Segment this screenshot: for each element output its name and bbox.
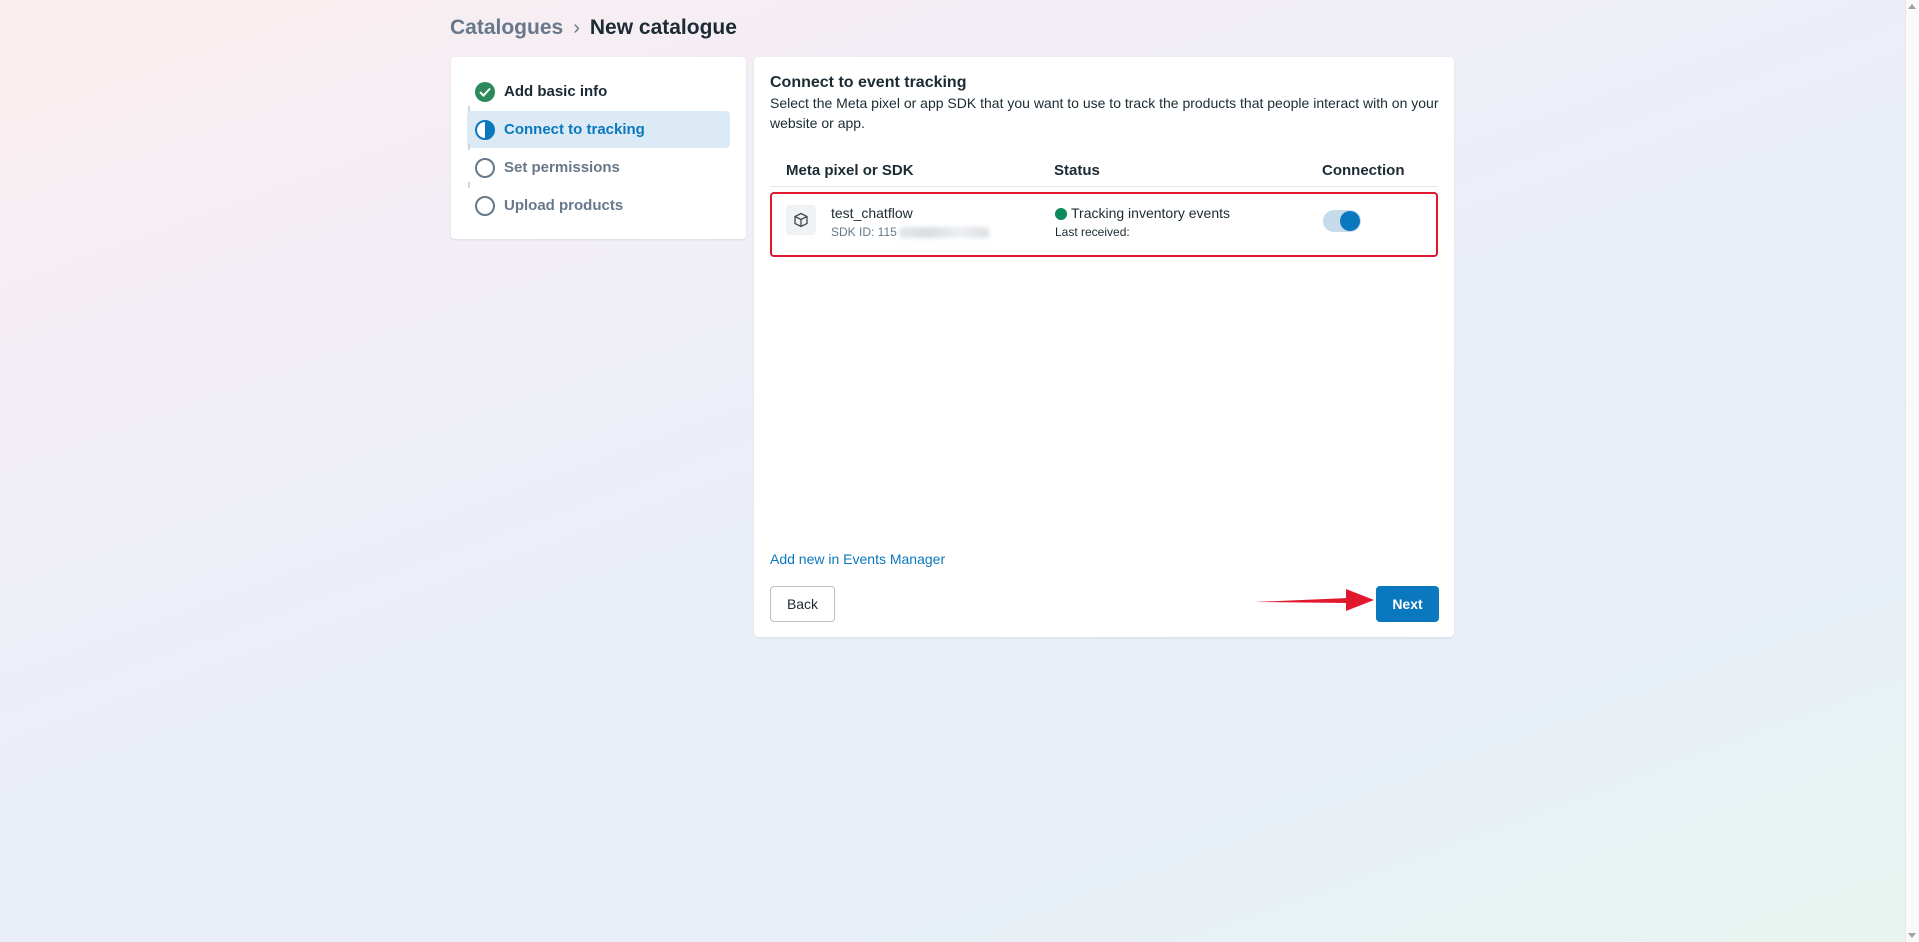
redacted-sdk-id — [898, 227, 989, 238]
step-connect-to-tracking[interactable]: Connect to tracking — [467, 111, 730, 148]
chevron-right-icon: › — [573, 16, 580, 39]
status-text: Tracking inventory events — [1071, 205, 1230, 221]
connection-toggle[interactable] — [1323, 210, 1361, 232]
column-header-connection: Connection — [1322, 162, 1405, 179]
scroll-up-icon[interactable] — [1908, 4, 1916, 9]
section-description: Select the Meta pixel or app SDK that yo… — [770, 95, 1439, 131]
main-panel: Connect to event tracking Select the Met… — [754, 57, 1454, 637]
last-received: Last received: — [1055, 225, 1130, 239]
status-dot-icon — [1055, 208, 1067, 220]
table-header: Meta pixel or SDK Status Connection — [770, 155, 1438, 187]
next-button[interactable]: Next — [1376, 586, 1439, 622]
step-set-permissions[interactable]: Set permissions — [467, 149, 730, 186]
vertical-scrollbar[interactable] — [1905, 0, 1919, 942]
step-upload-products[interactable]: Upload products — [467, 187, 730, 224]
add-new-events-manager-link[interactable]: Add new in Events Manager — [770, 551, 945, 567]
breadcrumb: Catalogues › New catalogue — [450, 16, 737, 40]
section-title: Connect to event tracking — [770, 74, 967, 91]
check-circle-icon — [475, 81, 495, 102]
scroll-down-icon[interactable] — [1908, 933, 1916, 938]
back-button[interactable]: Back — [770, 586, 835, 622]
step-label: Add basic info — [504, 83, 608, 100]
sdk-id-text: SDK ID: 115 — [831, 225, 897, 239]
annotation-arrow-icon — [1255, 589, 1374, 611]
breadcrumb-catalogues-link[interactable]: Catalogues — [450, 16, 563, 40]
table-row[interactable]: test_chatflow SDK ID: 115 Tracking inven… — [770, 192, 1438, 257]
column-header-status: Status — [1054, 162, 1100, 179]
page-title: New catalogue — [589, 16, 737, 39]
sdk-id: SDK ID: 115 — [831, 225, 989, 239]
pixel-name: test_chatflow — [831, 205, 913, 221]
box-icon — [786, 205, 816, 235]
toggle-knob — [1340, 211, 1360, 231]
step-label: Set permissions — [504, 159, 620, 176]
step-label: Connect to tracking — [504, 121, 645, 138]
empty-circle-icon — [475, 157, 495, 178]
step-add-basic-info[interactable]: Add basic info — [467, 73, 730, 110]
step-label: Upload products — [504, 197, 624, 214]
steps-panel: Add basic info Connect to tracking Set p… — [451, 57, 746, 239]
half-circle-icon — [475, 119, 495, 140]
column-header-pixel: Meta pixel or SDK — [786, 162, 914, 179]
empty-circle-icon — [475, 195, 495, 216]
